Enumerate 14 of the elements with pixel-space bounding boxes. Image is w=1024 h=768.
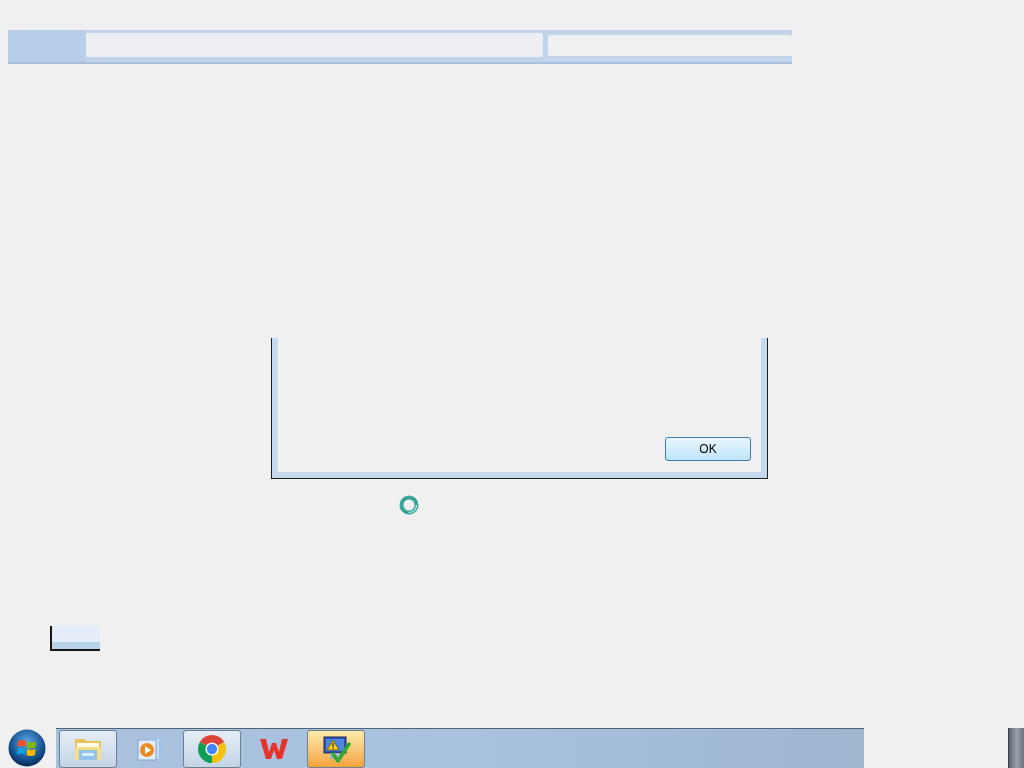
ok-button[interactable]: OK [665,437,751,461]
taskbar-button[interactable] [307,729,365,768]
window-fragment [50,626,100,651]
taskbar-button[interactable] [183,729,241,768]
zigzag-logo-icon [259,736,289,761]
busy-cursor-icon [399,495,419,515]
taskbar-button[interactable] [59,729,117,768]
input-field[interactable] [86,33,543,57]
show-desktop-button[interactable] [1008,728,1024,768]
play-tiles-icon [136,735,164,762]
monitor-warning-icon [321,733,351,764]
input-field[interactable] [548,35,792,56]
start-orb-icon[interactable] [8,729,46,767]
tricolor-circle-icon [197,733,227,764]
